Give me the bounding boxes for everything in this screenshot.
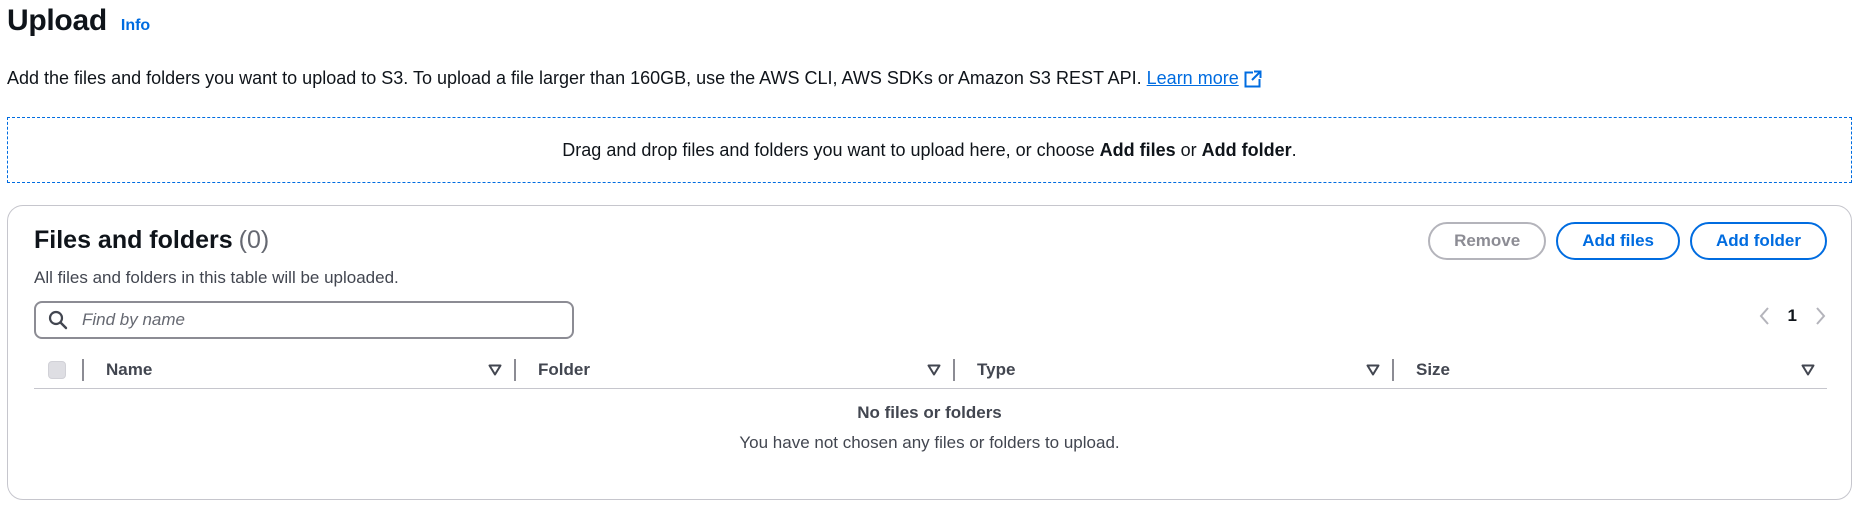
dropzone-text: Drag and drop files and folders you want… xyxy=(562,139,1297,160)
page-header: Upload Info xyxy=(7,4,150,38)
panel-subtitle: All files and folders in this table will… xyxy=(34,268,399,287)
add-files-button[interactable]: Add files xyxy=(1556,222,1680,260)
page-description: Add the files and folders you want to up… xyxy=(7,68,1262,89)
dropzone-add-folder-text: Add folder xyxy=(1201,139,1292,160)
panel-title: Files and folders (0) xyxy=(34,226,270,254)
add-folder-button[interactable]: Add folder xyxy=(1690,222,1827,260)
search-box[interactable] xyxy=(34,301,574,339)
search-input[interactable] xyxy=(80,309,554,331)
files-and-folders-panel: Files and folders (0) All files and folde… xyxy=(7,205,1852,500)
page-title: Upload xyxy=(7,4,107,37)
dropzone-add-files-text: Add files xyxy=(1099,139,1176,160)
sort-icon xyxy=(927,364,941,376)
chevron-left-icon[interactable] xyxy=(1758,306,1770,326)
column-header-size[interactable]: Size xyxy=(1394,352,1827,388)
remove-button[interactable]: Remove xyxy=(1428,222,1547,260)
pagination: 1 xyxy=(1758,306,1827,326)
column-header-type[interactable]: Type xyxy=(955,352,1392,388)
chevron-right-icon[interactable] xyxy=(1815,306,1827,326)
panel-actions: Remove Add files Add folder xyxy=(1428,222,1827,260)
column-header-folder[interactable]: Folder xyxy=(516,352,953,388)
table-header: Name Folder Type Size xyxy=(34,352,1827,389)
upload-dropzone[interactable]: Drag and drop files and folders you want… xyxy=(7,117,1852,183)
sort-icon xyxy=(488,364,502,376)
column-header-name[interactable]: Name xyxy=(84,352,514,388)
select-all-cell xyxy=(34,352,82,388)
select-all-checkbox[interactable] xyxy=(48,361,66,379)
learn-more-link[interactable]: Learn more xyxy=(1147,68,1262,89)
external-link-icon xyxy=(1244,69,1262,87)
empty-state-title: No files or folders xyxy=(857,403,1002,422)
upload-page: Upload Info Add the files and folders yo… xyxy=(0,0,1861,514)
current-page[interactable]: 1 xyxy=(1788,306,1797,326)
search-icon xyxy=(48,310,68,330)
sort-icon xyxy=(1366,364,1380,376)
empty-state-message: You have not chosen any files or folders… xyxy=(739,433,1120,452)
info-link[interactable]: Info xyxy=(121,17,150,35)
files-count: (0) xyxy=(238,226,270,254)
description-text: Add the files and folders you want to up… xyxy=(7,68,1142,88)
learn-more-label: Learn more xyxy=(1146,68,1239,88)
sort-icon xyxy=(1801,364,1815,376)
